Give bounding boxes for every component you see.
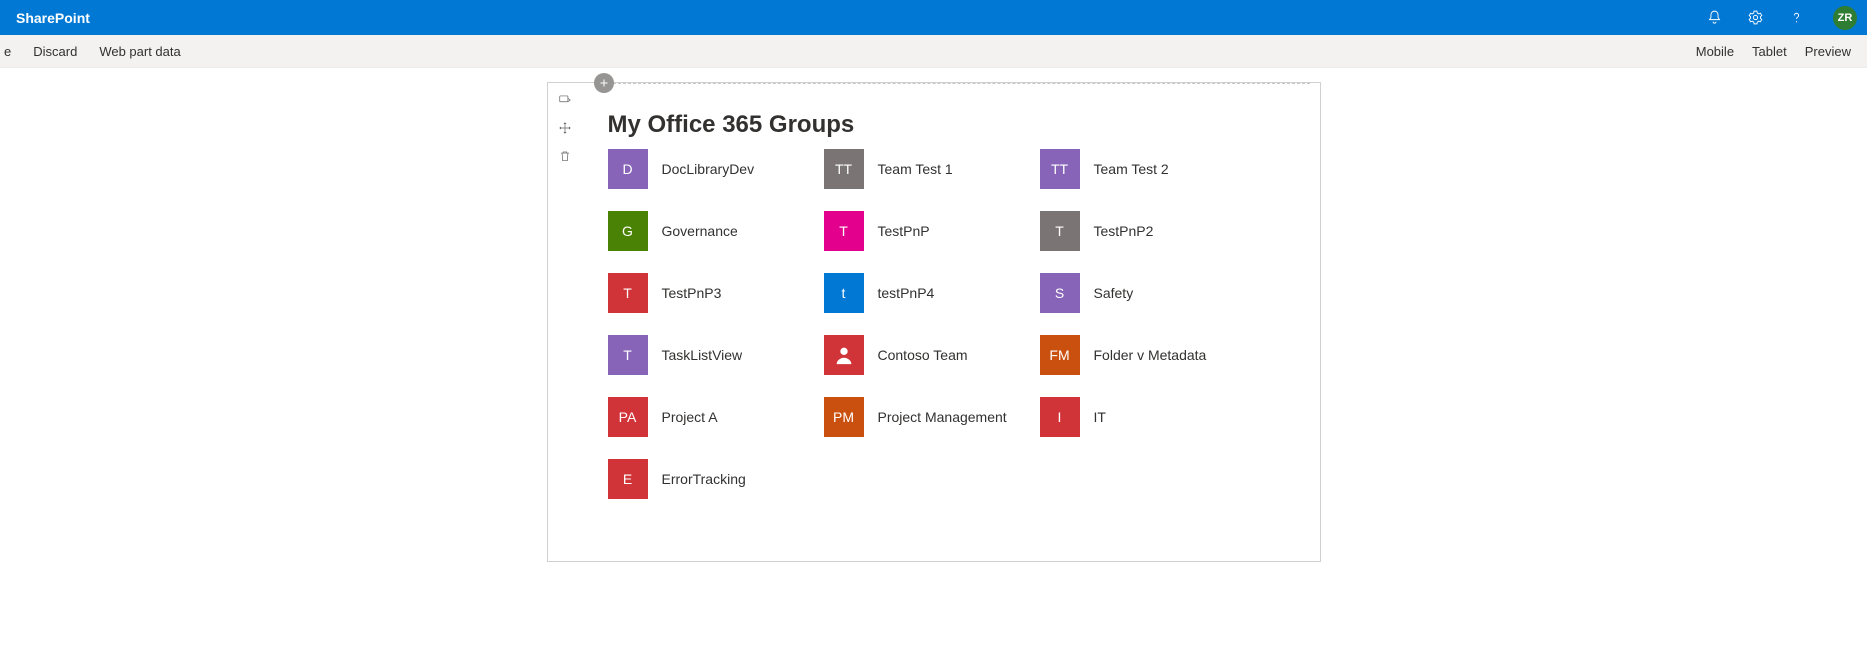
group-label: Governance	[662, 223, 738, 239]
group-item[interactable]: T TestPnP	[824, 211, 1040, 251]
group-item[interactable]: T TaskListView	[608, 335, 824, 375]
page-canvas: My Office 365 Groups DDocLibraryDevTTTea…	[547, 82, 1321, 562]
group-item[interactable]: TT Team Test 1	[824, 149, 1040, 189]
group-avatar: G	[608, 211, 648, 251]
user-avatar[interactable]: ZR	[1833, 6, 1857, 30]
group-label: Team Test 1	[878, 161, 953, 177]
group-avatar: S	[1040, 273, 1080, 313]
settings-icon[interactable]	[1747, 9, 1764, 26]
section-divider	[608, 83, 1310, 84]
group-label: ErrorTracking	[662, 471, 746, 487]
webpart-tools	[556, 91, 574, 165]
group-label: Folder v Metadata	[1094, 347, 1207, 363]
group-avatar: FM	[1040, 335, 1080, 375]
add-section-button[interactable]	[594, 73, 614, 93]
group-item[interactable]: T TestPnP3	[608, 273, 824, 313]
help-icon[interactable]	[1788, 9, 1805, 26]
group-item[interactable]: PM Project Management	[824, 397, 1040, 437]
cmd-mobile[interactable]: Mobile	[1696, 44, 1734, 59]
group-item[interactable]: G Governance	[608, 211, 824, 251]
group-label: TestPnP	[878, 223, 930, 239]
group-item[interactable]: TT Team Test 2	[1040, 149, 1256, 189]
group-avatar: T	[824, 211, 864, 251]
delete-webpart-icon[interactable]	[556, 147, 574, 165]
cmd-truncated[interactable]: e	[4, 44, 11, 59]
webpart-title: My Office 365 Groups	[608, 111, 1300, 139]
suite-bar: SharePoint ZR	[0, 0, 1867, 35]
group-label: TaskListView	[662, 347, 743, 363]
notifications-icon[interactable]	[1706, 9, 1723, 26]
group-avatar: T	[1040, 211, 1080, 251]
group-label: Team Test 2	[1094, 161, 1169, 177]
group-avatar: E	[608, 459, 648, 499]
group-item[interactable]: E ErrorTracking	[608, 459, 824, 499]
group-avatar: T	[608, 273, 648, 313]
group-avatar: T	[608, 335, 648, 375]
group-avatar: TT	[824, 149, 864, 189]
command-bar-right: Mobile Tablet Preview	[1696, 44, 1851, 59]
cmd-preview[interactable]: Preview	[1805, 44, 1851, 59]
group-avatar: t	[824, 273, 864, 313]
command-bar: e Discard Web part data Mobile Tablet Pr…	[0, 35, 1867, 68]
groups-grid: DDocLibraryDevTTTeam Test 1TTTeam Test 2…	[608, 149, 1300, 521]
group-label: DocLibraryDev	[662, 161, 755, 177]
group-item[interactable]: T TestPnP2	[1040, 211, 1256, 251]
group-item[interactable]: Contoso Team	[824, 335, 1040, 375]
cmd-tablet[interactable]: Tablet	[1752, 44, 1787, 59]
command-bar-left: e Discard Web part data	[0, 44, 181, 59]
group-avatar: I	[1040, 397, 1080, 437]
edit-webpart-icon[interactable]	[556, 91, 574, 109]
group-item[interactable]: S Safety	[1040, 273, 1256, 313]
group-avatar-image	[824, 335, 864, 375]
group-item[interactable]: I IT	[1040, 397, 1256, 437]
cmd-discard[interactable]: Discard	[33, 44, 77, 59]
group-label: Project A	[662, 409, 718, 425]
page-canvas-wrap: My Office 365 Groups DDocLibraryDevTTTea…	[0, 68, 1867, 562]
group-label: TestPnP2	[1094, 223, 1154, 239]
group-item[interactable]: PA Project A	[608, 397, 824, 437]
group-label: TestPnP3	[662, 285, 722, 301]
group-item[interactable]: D DocLibraryDev	[608, 149, 824, 189]
group-avatar: PA	[608, 397, 648, 437]
app-name[interactable]: SharePoint	[16, 10, 90, 26]
group-label: testPnP4	[878, 285, 935, 301]
suite-right: ZR	[1706, 6, 1857, 30]
group-label: Project Management	[878, 409, 1007, 425]
group-label: Contoso Team	[878, 347, 968, 363]
group-item[interactable]: t testPnP4	[824, 273, 1040, 313]
move-webpart-icon[interactable]	[556, 119, 574, 137]
group-label: IT	[1094, 409, 1106, 425]
group-avatar: TT	[1040, 149, 1080, 189]
group-avatar: PM	[824, 397, 864, 437]
group-avatar: D	[608, 149, 648, 189]
cmd-web-part-data[interactable]: Web part data	[99, 44, 180, 59]
group-label: Safety	[1094, 285, 1134, 301]
group-item[interactable]: FM Folder v Metadata	[1040, 335, 1256, 375]
